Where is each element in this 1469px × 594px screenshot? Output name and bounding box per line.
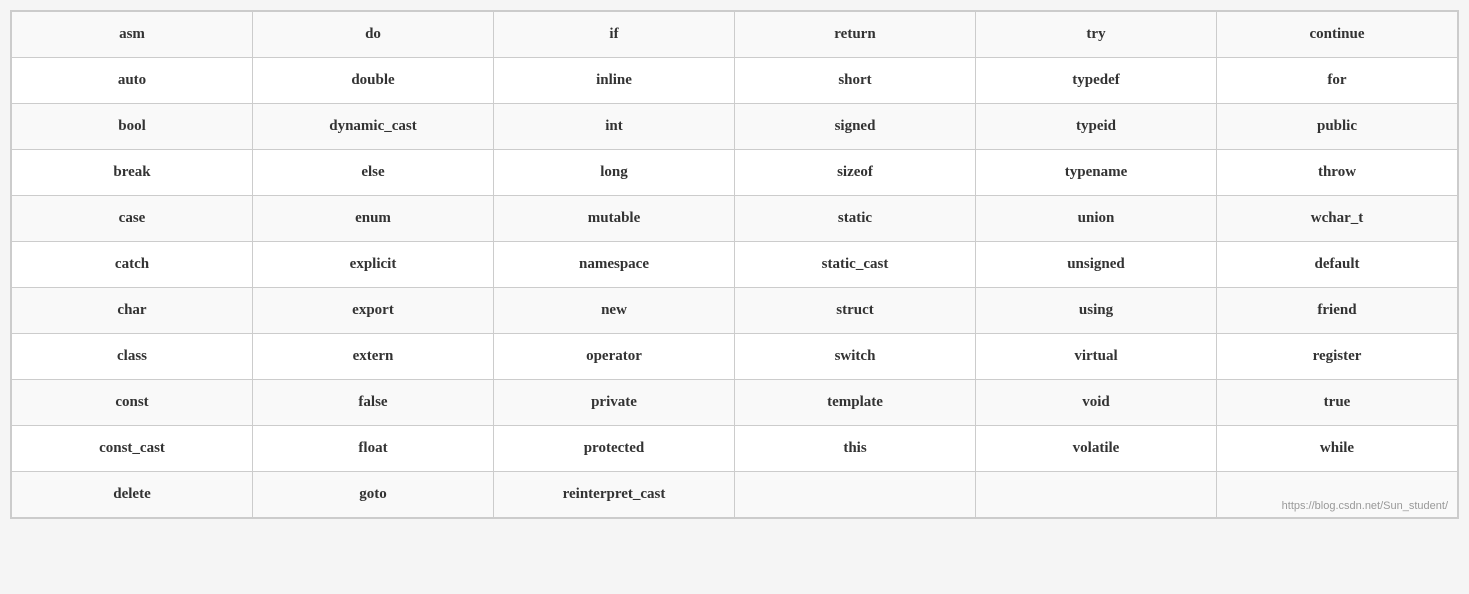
table-cell: typeid — [976, 104, 1217, 150]
table-cell: short — [735, 58, 976, 104]
table-cell: continue — [1217, 12, 1458, 58]
table-cell: long — [494, 150, 735, 196]
table-cell: do — [253, 12, 494, 58]
table-cell: default — [1217, 242, 1458, 288]
table-cell: auto — [12, 58, 253, 104]
table-cell: case — [12, 196, 253, 242]
table-cell: template — [735, 380, 976, 426]
table-row: deletegotoreinterpret_cast — [12, 472, 1458, 518]
table-cell: enum — [253, 196, 494, 242]
table-row: charexportnewstructusingfriend — [12, 288, 1458, 334]
table-cell: return — [735, 12, 976, 58]
table-cell — [976, 472, 1217, 518]
table-cell: inline — [494, 58, 735, 104]
table-cell: bool — [12, 104, 253, 150]
table-cell: if — [494, 12, 735, 58]
table-cell: namespace — [494, 242, 735, 288]
table-cell: mutable — [494, 196, 735, 242]
table-cell: true — [1217, 380, 1458, 426]
table-cell: break — [12, 150, 253, 196]
table-cell: operator — [494, 334, 735, 380]
table-row: catchexplicitnamespacestatic_castunsigne… — [12, 242, 1458, 288]
table-cell: friend — [1217, 288, 1458, 334]
table-row: breakelselongsizeoftypenamethrow — [12, 150, 1458, 196]
table-row: const_castfloatprotectedthisvolatilewhil… — [12, 426, 1458, 472]
table-cell: wchar_t — [1217, 196, 1458, 242]
table-cell: static_cast — [735, 242, 976, 288]
table-cell: reinterpret_cast — [494, 472, 735, 518]
table-cell: this — [735, 426, 976, 472]
table-cell: private — [494, 380, 735, 426]
table-cell: const — [12, 380, 253, 426]
table-row: classexternoperatorswitchvirtualregister — [12, 334, 1458, 380]
table-cell: export — [253, 288, 494, 334]
table-cell: char — [12, 288, 253, 334]
table-cell — [735, 472, 976, 518]
table-cell: struct — [735, 288, 976, 334]
table-cell: public — [1217, 104, 1458, 150]
table-cell: dynamic_cast — [253, 104, 494, 150]
table-cell: for — [1217, 58, 1458, 104]
table-cell: goto — [253, 472, 494, 518]
table-cell: sizeof — [735, 150, 976, 196]
table-cell: typedef — [976, 58, 1217, 104]
table-cell: catch — [12, 242, 253, 288]
table-cell: using — [976, 288, 1217, 334]
table-cell: static — [735, 196, 976, 242]
table-row: caseenummutablestaticunionwchar_t — [12, 196, 1458, 242]
table-cell: double — [253, 58, 494, 104]
table-cell: typename — [976, 150, 1217, 196]
table-row: constfalseprivatetemplatevoidtrue — [12, 380, 1458, 426]
table-cell: switch — [735, 334, 976, 380]
table-cell: explicit — [253, 242, 494, 288]
table-cell: float — [253, 426, 494, 472]
table-cell: virtual — [976, 334, 1217, 380]
table-cell: volatile — [976, 426, 1217, 472]
table-cell: asm — [12, 12, 253, 58]
keywords-table: asmdoifreturntrycontinueautodoubleinline… — [11, 11, 1458, 518]
table-cell: const_cast — [12, 426, 253, 472]
table-cell: unsigned — [976, 242, 1217, 288]
table-cell: union — [976, 196, 1217, 242]
table-cell: void — [976, 380, 1217, 426]
watermark: https://blog.csdn.net/Sun_student/ — [1282, 500, 1448, 512]
table-row: booldynamic_castintsignedtypeidpublic — [12, 104, 1458, 150]
table-cell: while — [1217, 426, 1458, 472]
table-cell: register — [1217, 334, 1458, 380]
table-cell: signed — [735, 104, 976, 150]
table-cell: int — [494, 104, 735, 150]
table-cell: throw — [1217, 150, 1458, 196]
table-cell: try — [976, 12, 1217, 58]
table-cell: new — [494, 288, 735, 334]
table-cell: protected — [494, 426, 735, 472]
table-cell: else — [253, 150, 494, 196]
table-row: asmdoifreturntrycontinue — [12, 12, 1458, 58]
table-row: autodoubleinlineshorttypedeffor — [12, 58, 1458, 104]
table-cell: false — [253, 380, 494, 426]
table-cell: class — [12, 334, 253, 380]
table-cell: extern — [253, 334, 494, 380]
table-cell: delete — [12, 472, 253, 518]
keywords-table-container: asmdoifreturntrycontinueautodoubleinline… — [10, 10, 1459, 519]
